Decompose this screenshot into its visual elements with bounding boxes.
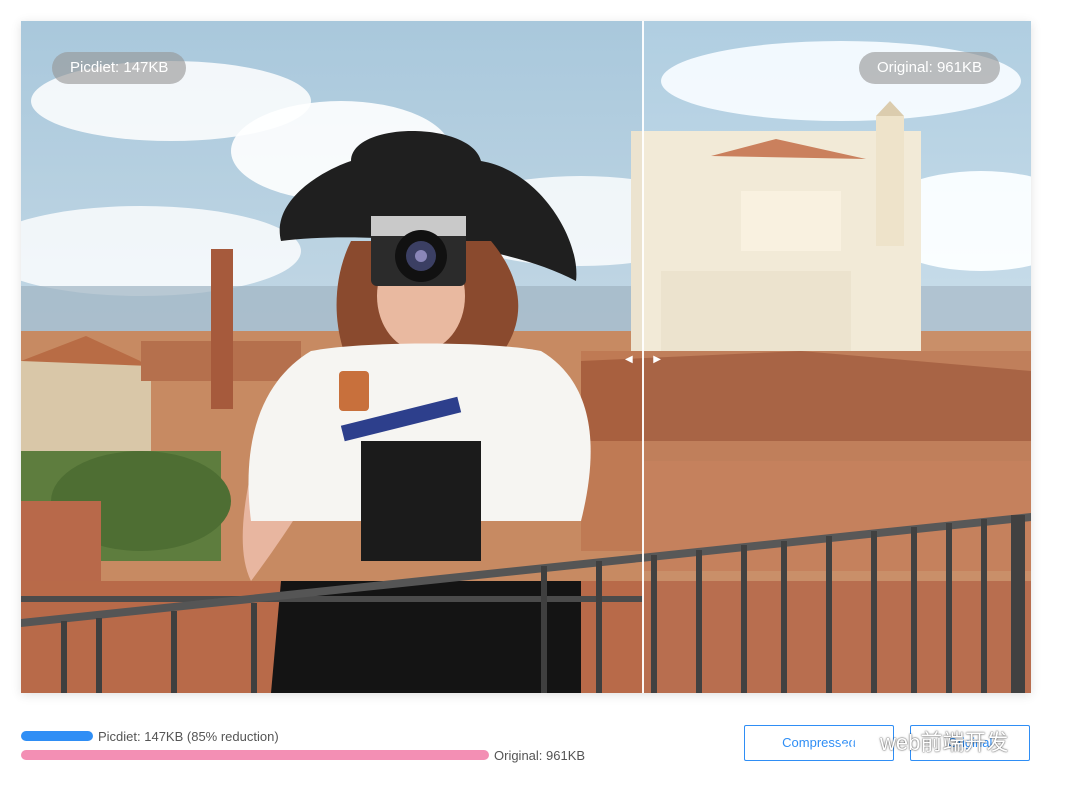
size-comparison: Picdiet: 147KB (85% reduction) Original:… — [21, 728, 721, 768]
original-size-bar — [21, 750, 489, 760]
divider-drag-handle[interactable]: ◀ ▶ — [625, 353, 661, 367]
chevron-right-icon: ▶ — [653, 354, 661, 365]
compressed-size-label: Picdiet: 147KB — [52, 52, 187, 84]
compressed-size-text: Picdiet: 147KB (85% reduction) — [98, 728, 279, 744]
image-compare-viewer[interactable]: ◀ ▶ Picdiet: 147KB Original: 961KB — [21, 21, 1031, 693]
compressed-size-row: Picdiet: 147KB (85% reduction) — [21, 728, 279, 744]
wechat-icon — [839, 728, 873, 753]
original-image-pane — [643, 21, 1031, 693]
watermark-text: web前端开发 — [880, 730, 1009, 755]
original-size-text: Original: 961KB — [494, 747, 586, 763]
watermark: web前端开发 — [838, 724, 1008, 758]
chevron-left-icon: ◀ — [625, 354, 633, 365]
photo-compressed — [21, 21, 643, 693]
original-size-row: Original: 961KB — [21, 747, 585, 763]
compressed-image-pane — [21, 21, 643, 693]
compressed-size-bar — [21, 731, 93, 741]
photo-original — [643, 21, 1031, 693]
original-size-label: Original: 961KB — [858, 52, 1000, 84]
